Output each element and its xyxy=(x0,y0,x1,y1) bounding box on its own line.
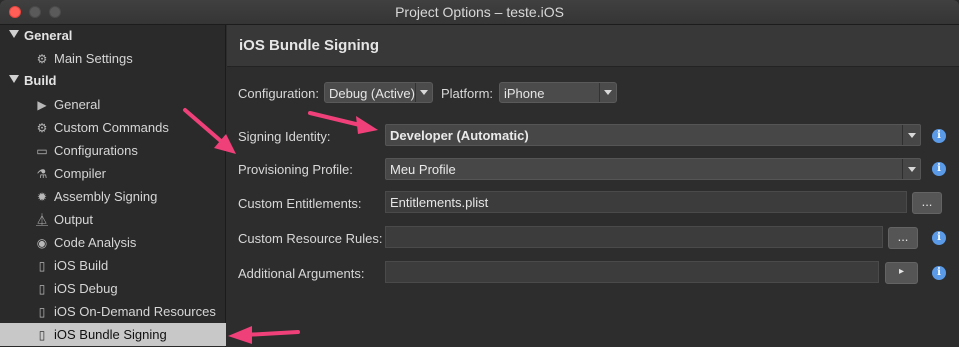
panel-header: iOS Bundle Signing xyxy=(227,25,959,67)
sidebar-item-ios-build[interactable]: ▯ iOS Build xyxy=(0,254,226,277)
info-icon[interactable]: i xyxy=(932,129,946,143)
custom-entitlements-value: Entitlements.plist xyxy=(390,195,489,210)
sidebar-item-label: Compiler xyxy=(54,166,107,181)
target-icon: ◉ xyxy=(36,236,48,250)
sidebar-item-output[interactable]: ⏅ Output xyxy=(0,208,226,231)
chevron-down-icon xyxy=(599,83,616,102)
sidebar-item-label: iOS Bundle Signing xyxy=(54,327,167,342)
info-icon[interactable]: i xyxy=(932,231,946,245)
custom-resource-rules-label: Custom Resource Rules: xyxy=(238,231,383,246)
chevron-down-icon xyxy=(902,159,920,179)
disclosure-triangle-icon[interactable] xyxy=(9,75,19,83)
sidebar-item-code-analysis[interactable]: ◉ Code Analysis xyxy=(0,231,226,254)
sidebar-item-label: iOS Debug xyxy=(54,281,118,296)
project-options-window: Project Options – teste.iOS General ⚙ Ma… xyxy=(0,0,959,347)
phone-icon: ▯ xyxy=(38,282,46,296)
platform-label: Platform: xyxy=(441,86,494,101)
provisioning-profile-value: Meu Profile xyxy=(390,162,456,177)
provisioning-profile-select[interactable]: Meu Profile xyxy=(385,158,921,180)
phone-icon: ▯ xyxy=(38,259,46,273)
signing-identity-value: Developer (Automatic) xyxy=(390,128,529,143)
platform-value: iPhone xyxy=(504,86,545,101)
window-title: Project Options – teste.iOS xyxy=(395,4,564,20)
custom-resource-rules-field[interactable] xyxy=(385,226,883,248)
flask-icon: ⏅ xyxy=(35,213,48,227)
phone-icon: ▯ xyxy=(38,305,46,319)
configuration-select[interactable]: Debug (Active) xyxy=(324,82,433,103)
browse-entitlements-button[interactable]: ... xyxy=(912,192,942,214)
sidebar-item-label: Assembly Signing xyxy=(54,189,158,204)
sidebar-item-custom-commands[interactable]: ⚙ Custom Commands xyxy=(0,116,226,139)
custom-entitlements-field[interactable]: Entitlements.plist xyxy=(385,191,907,213)
disclosure-triangle-icon[interactable] xyxy=(9,30,19,38)
sidebar-item-label: General xyxy=(54,97,101,112)
sidebar-item-label: iOS On-Demand Resources xyxy=(54,304,216,319)
title-bar: Project Options – teste.iOS xyxy=(0,0,959,25)
sidebar-item-ios-on-demand-resources[interactable]: ▯ iOS On-Demand Resources xyxy=(0,300,226,323)
play-icon: ▶ xyxy=(37,98,47,112)
content-panel: iOS Bundle Signing Configuration: Debug … xyxy=(227,25,959,347)
page-title: iOS Bundle Signing xyxy=(239,37,379,54)
provisioning-profile-label: Provisioning Profile: xyxy=(238,162,353,177)
sidebar-item-compiler[interactable]: ⚗ Compiler xyxy=(0,162,226,185)
info-icon[interactable]: i xyxy=(932,266,946,280)
configuration-value: Debug (Active) xyxy=(329,86,415,101)
sidebar-item-configurations[interactable]: ▭ Configurations xyxy=(0,139,226,162)
signing-identity-select[interactable]: Developer (Automatic) xyxy=(385,124,921,146)
compiler-icon: ⚗ xyxy=(36,167,48,181)
chevron-down-icon xyxy=(415,83,432,102)
sidebar-item-label: Code Analysis xyxy=(54,235,137,250)
sidebar-section-label: General xyxy=(24,28,73,43)
sidebar-item-label: iOS Build xyxy=(54,258,109,273)
badge-icon: ✹ xyxy=(36,190,48,204)
additional-arguments-label: Additional Arguments: xyxy=(238,266,365,281)
window-icon: ▭ xyxy=(36,144,48,158)
browse-resource-rules-button[interactable]: ... xyxy=(888,227,918,249)
sidebar-item-general[interactable]: ▶ General xyxy=(0,93,226,116)
sidebar-item-assembly-signing[interactable]: ✹ Assembly Signing xyxy=(0,185,226,208)
sidebar: General ⚙ Main Settings Build ▶ General … xyxy=(0,25,226,347)
sidebar-item-ios-bundle-signing[interactable]: ▯ iOS Bundle Signing xyxy=(0,323,226,346)
sidebar-item-main-settings[interactable]: ⚙ Main Settings xyxy=(0,47,226,70)
phone-icon: ▯ xyxy=(38,328,46,342)
platform-select[interactable]: iPhone xyxy=(499,82,617,103)
signing-identity-label: Signing Identity: xyxy=(238,129,331,144)
configuration-label: Configuration: xyxy=(238,86,319,101)
sidebar-section-label: Build xyxy=(24,73,57,88)
sidebar-item-label: Custom Commands xyxy=(54,120,169,135)
custom-entitlements-label: Custom Entitlements: xyxy=(238,196,362,211)
info-icon[interactable]: i xyxy=(932,162,946,176)
sidebar-item-ios-debug[interactable]: ▯ iOS Debug xyxy=(0,277,226,300)
sidebar-item-label: Configurations xyxy=(54,143,138,158)
gear-icon: ⚙ xyxy=(36,52,48,66)
sidebar-item-label: Main Settings xyxy=(54,51,133,66)
insert-argument-button[interactable]: ▸ xyxy=(885,262,918,284)
sidebar-section-general[interactable]: General xyxy=(0,25,226,47)
chevron-down-icon xyxy=(902,125,920,145)
additional-arguments-field[interactable] xyxy=(385,261,879,283)
sidebar-section-build[interactable]: Build xyxy=(0,70,226,92)
sidebar-item-label: Output xyxy=(54,212,94,227)
gear-icon: ⚙ xyxy=(36,121,48,135)
